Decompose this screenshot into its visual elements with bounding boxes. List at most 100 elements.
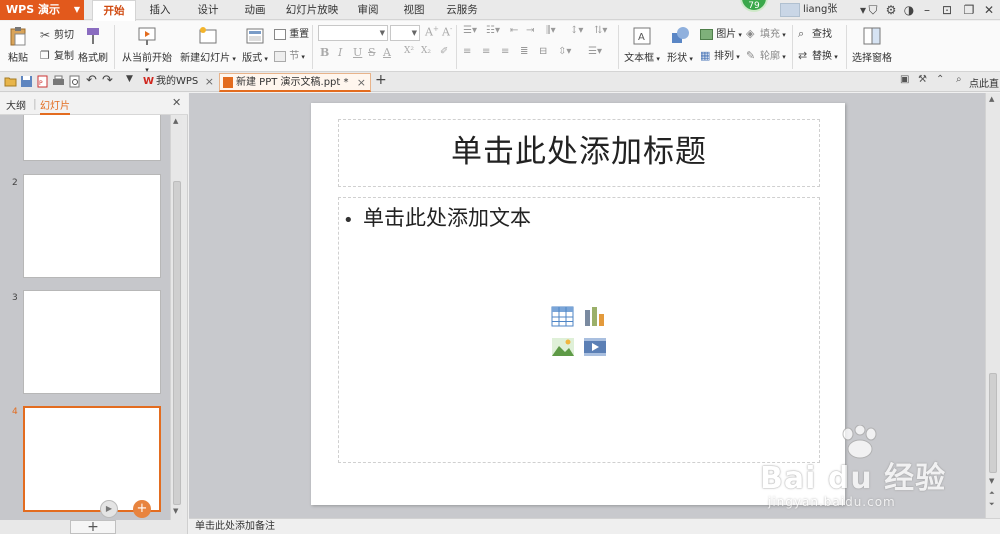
canvas-scrollbar[interactable]: ▲ ▼ ⏶ ⏷ [985, 93, 1000, 518]
bullets-icon[interactable]: ☰▾ [463, 25, 477, 36]
cut-button[interactable]: ✂ 剪切 [40, 26, 74, 42]
scroll-down-icon[interactable]: ▼ [173, 507, 178, 515]
open-folder-icon[interactable] [4, 75, 17, 88]
new-tab-icon[interactable]: + [375, 72, 388, 88]
customize-quick-access-icon[interactable]: ▼ [126, 74, 139, 87]
strikethrough-button[interactable]: S [368, 46, 376, 59]
feedback-icon[interactable]: ▣ [900, 74, 913, 87]
restore-window-icon[interactable]: ❐ [958, 0, 980, 20]
collapse-ribbon-icon[interactable]: ⌃ [936, 74, 949, 87]
numbering-icon[interactable]: ☷▾ [486, 25, 500, 36]
indent-increase-icon[interactable]: ⇥ [526, 25, 534, 36]
status-badge[interactable]: 79 [740, 0, 768, 12]
previous-slide-icon[interactable]: ⏶ [989, 489, 995, 498]
font-color-button[interactable]: A [383, 46, 391, 59]
tab-insert[interactable]: 插入 [142, 0, 178, 20]
tab-my-wps[interactable]: W 我的WPS × [140, 73, 218, 92]
thumbnail-scrollbar[interactable]: ▲ ▼ [170, 115, 182, 520]
tab-view[interactable]: 视图 [396, 0, 432, 20]
tab-home[interactable]: 开始 [92, 0, 136, 21]
title-placeholder[interactable]: 单击此处添加标题 [338, 119, 820, 187]
arrange-button[interactable]: ▦ 排列 ▾ [700, 47, 740, 63]
scroll-up-icon[interactable]: ▲ [989, 95, 994, 103]
scrollbar-thumb[interactable] [989, 373, 997, 473]
close-icon[interactable]: ✕ [978, 0, 1000, 20]
print-icon[interactable] [52, 75, 65, 88]
indent-decrease-icon[interactable]: ⇤ [510, 25, 518, 36]
wps-app-menu-button[interactable]: WPS 演示 ▼ [0, 0, 84, 20]
replace-button[interactable]: ⇄ 替换 ▾ [798, 47, 838, 63]
text-direction-icon[interactable]: ⇅▾ [594, 25, 607, 36]
scroll-down-icon[interactable]: ▼ [989, 477, 994, 485]
line-spacing-icon[interactable]: ↕▾ [570, 25, 583, 36]
justify-icon[interactable]: ≣ [520, 46, 528, 57]
slide-thumbnail[interactable] [23, 174, 161, 278]
tab-outline[interactable]: 大纲 [6, 97, 26, 112]
play-from-current-button[interactable]: 从当前开始 ▾ [120, 25, 174, 75]
outline-button[interactable]: ✎ 轮廓 ▾ [746, 47, 786, 63]
superscript-button[interactable]: X² [404, 46, 414, 56]
slide-thumbnail[interactable] [23, 115, 161, 161]
reset-button[interactable]: 重置 [274, 25, 309, 40]
close-icon[interactable]: ✕ [172, 96, 181, 109]
tab-slideshow[interactable]: 幻灯片放映 [282, 0, 342, 20]
textbox-button[interactable]: A 文本框 ▾ [624, 25, 660, 64]
minimize-icon[interactable]: – [916, 0, 938, 20]
picture-button[interactable]: 图片 ▾ [700, 25, 742, 40]
insert-chart-icon[interactable] [583, 306, 607, 328]
redo-icon[interactable]: ↷ [102, 73, 115, 88]
bold-button[interactable]: B [320, 46, 329, 59]
paste-button[interactable]: 粘贴 [4, 25, 32, 64]
align-center-icon[interactable]: ≡ [482, 46, 490, 57]
user-name[interactable]: liang张 [803, 0, 837, 20]
italic-button[interactable]: I [338, 46, 342, 59]
notes-pane[interactable]: 单击此处添加备注 [189, 518, 1000, 534]
close-icon[interactable]: × [357, 74, 366, 92]
find-button[interactable]: ⌕ 查找 [798, 25, 832, 41]
save-icon[interactable] [20, 75, 33, 88]
layout-button[interactable]: 版式 ▾ [240, 25, 270, 64]
section-button[interactable]: 节 ▾ [274, 47, 305, 62]
font-family-select[interactable]: ▼ [318, 25, 388, 41]
search-box[interactable]: 点此直 [969, 75, 999, 90]
subscript-button[interactable]: X₂ [421, 46, 431, 56]
scroll-up-icon[interactable]: ▲ [173, 117, 178, 125]
tab-design[interactable]: 设计 [190, 0, 226, 20]
next-slide-icon[interactable]: ⏷ [989, 500, 995, 509]
new-slide-button[interactable]: 新建幻灯片 ▾ [179, 25, 237, 64]
tab-cloud[interactable]: 云服务 [440, 0, 484, 20]
selection-pane-button[interactable]: 选择窗格 [850, 25, 894, 64]
align-left-icon[interactable]: ≡ [463, 46, 471, 57]
play-icon[interactable]: ▶ [100, 500, 118, 518]
vertical-align-icon[interactable]: ⇳▾ [558, 46, 571, 57]
tab-animation[interactable]: 动画 [237, 0, 273, 20]
paragraph-settings-icon[interactable]: ☰▾ [588, 46, 602, 57]
distribute-icon[interactable]: ⊟ [539, 46, 547, 57]
export-pdf-icon[interactable]: P [36, 75, 49, 88]
format-painter-button[interactable]: 格式刷 [78, 25, 108, 64]
tools-icon[interactable]: ⚒ [918, 74, 931, 87]
avatar[interactable] [780, 3, 800, 17]
add-slide-icon[interactable]: + [133, 500, 151, 518]
font-size-select[interactable]: ▼ [390, 25, 420, 41]
align-right-icon[interactable]: ≡ [501, 46, 509, 57]
tab-review[interactable]: 审阅 [350, 0, 386, 20]
font-shrink-icon[interactable]: A- [442, 25, 452, 39]
tab-document[interactable]: 新建 PPT 演示文稿.ppt * × [219, 73, 371, 92]
clear-format-icon[interactable]: ✐ [440, 46, 448, 57]
insert-picture-icon[interactable] [551, 336, 575, 358]
new-slide-button[interactable]: + [70, 520, 116, 534]
underline-button[interactable]: U [353, 46, 362, 59]
tab-slides[interactable]: 幻灯片 [40, 97, 70, 115]
fill-button[interactable]: ◈ 填充 ▾ [746, 25, 786, 41]
columns-icon[interactable]: ⫼▾ [546, 25, 556, 36]
restore-icon[interactable]: ⊡ [936, 0, 958, 20]
copy-button[interactable]: ❐ 复制 [40, 47, 74, 63]
insert-video-icon[interactable] [583, 336, 607, 358]
font-grow-icon[interactable]: A+ [425, 25, 439, 39]
insert-table-icon[interactable] [551, 306, 575, 328]
content-placeholder[interactable]: • 单击此处添加文本 [338, 197, 820, 463]
close-icon[interactable]: × [205, 73, 214, 91]
print-preview-icon[interactable] [68, 75, 81, 88]
search-icon[interactable]: ⌕ [956, 74, 969, 87]
